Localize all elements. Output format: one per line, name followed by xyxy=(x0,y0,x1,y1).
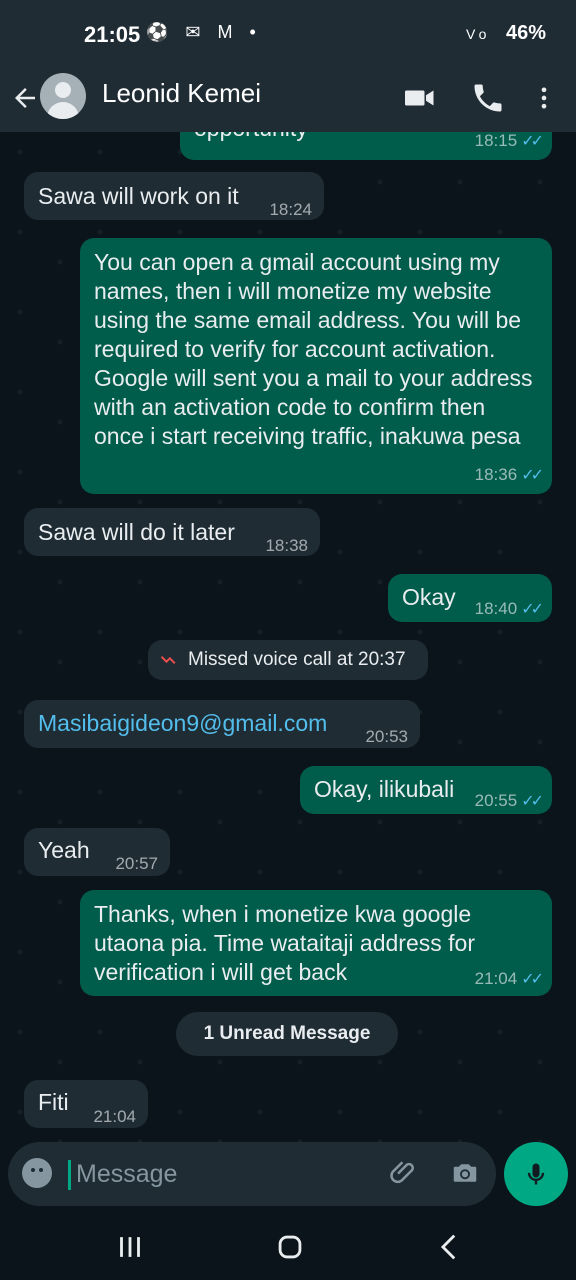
message-text: Fiti xyxy=(38,1089,69,1115)
recent-apps-icon[interactable] xyxy=(110,1230,150,1264)
message-time: 18:24 xyxy=(269,200,312,219)
missed-call-icon xyxy=(160,655,176,665)
message-bubble-outgoing[interactable]: Thanks, when i monetize kwa google utaon… xyxy=(80,890,552,996)
message-input[interactable]: Message xyxy=(76,1160,177,1189)
message-text: Okay, ilikubali xyxy=(314,776,455,802)
more-options-icon[interactable] xyxy=(530,80,558,116)
back-arrow-icon[interactable] xyxy=(10,78,40,118)
chat-area[interactable]: opportunity 18:15✓✓ Sawa will work on it… xyxy=(0,132,576,1142)
read-receipt-icon: ✓✓ xyxy=(521,971,544,988)
email-link[interactable]: Masibaigideon9@gmail.com xyxy=(38,709,327,738)
signal-icon: Vo xyxy=(466,26,491,42)
read-receipt-icon: ✓✓ xyxy=(521,467,544,484)
message-composer[interactable]: Message xyxy=(8,1142,496,1206)
message-time: 20:53 xyxy=(365,727,408,746)
missed-call-notice[interactable]: Missed voice call at 20:37 xyxy=(148,640,428,680)
message-time: 18:38 xyxy=(265,536,308,555)
message-bubble-outgoing[interactable]: You can open a gmail account using my na… xyxy=(80,238,552,494)
message-text: Yeah xyxy=(38,837,90,863)
message-bubble-incoming[interactable]: Fiti 21:04 xyxy=(24,1080,148,1128)
system-navigation-bar xyxy=(0,1214,576,1280)
message-text: You can open a gmail account using my na… xyxy=(94,249,533,449)
message-meta: 20:55 ✓✓ xyxy=(474,791,544,810)
message-meta: 18:15 ✓✓ xyxy=(474,132,544,150)
unread-divider: 1 Unread Message xyxy=(176,1012,398,1056)
read-receipt-icon: ✓✓ xyxy=(521,793,544,810)
message-text: opportunity xyxy=(194,132,308,143)
text-cursor xyxy=(68,1160,71,1190)
message-time: 21:04 xyxy=(93,1107,136,1126)
status-time: 21:05 xyxy=(84,22,141,47)
attachment-icon[interactable] xyxy=(388,1158,418,1188)
microphone-button[interactable] xyxy=(504,1142,568,1206)
message-bubble-incoming[interactable]: Yeah 20:57 xyxy=(24,828,170,876)
status-bar: 21:05 ⚽ ✉ M • Vo 46% xyxy=(0,0,576,66)
back-icon[interactable] xyxy=(430,1230,470,1264)
video-call-icon[interactable] xyxy=(402,80,438,116)
message-bubble-outgoing[interactable]: Okay, ilikubali 20:55 ✓✓ xyxy=(300,766,552,814)
message-text: Thanks, when i monetize kwa google utaon… xyxy=(94,901,475,985)
chat-header: Leonid Kemei xyxy=(0,66,576,132)
missed-call-text: Missed voice call at 20:37 xyxy=(188,649,406,670)
camera-icon[interactable] xyxy=(448,1158,482,1188)
read-receipt-icon: ✓✓ xyxy=(521,133,544,150)
contact-avatar[interactable] xyxy=(40,73,86,119)
message-bubble-outgoing[interactable]: Okay 18:40 ✓✓ xyxy=(388,574,552,622)
message-bubble-incoming[interactable]: Sawa will do it later 18:38 xyxy=(24,508,320,556)
message-meta: 21:04 ✓✓ xyxy=(474,969,544,988)
message-text: Sawa will work on it xyxy=(38,183,239,209)
message-bubble-incoming[interactable]: Masibaigideon9@gmail.com 20:53 xyxy=(24,700,420,748)
status-right: Vo 46% xyxy=(466,22,546,45)
message-meta: 18:40 ✓✓ xyxy=(474,599,544,618)
battery-percentage: 46% xyxy=(505,22,546,44)
unread-label: 1 Unread Message xyxy=(203,1023,371,1044)
voice-call-icon[interactable] xyxy=(470,80,506,116)
message-bubble-incoming[interactable]: Sawa will work on it 18:24 xyxy=(24,172,324,220)
emoji-icon[interactable] xyxy=(22,1158,52,1188)
contact-name[interactable]: Leonid Kemei xyxy=(102,78,261,109)
home-icon[interactable] xyxy=(270,1230,310,1264)
microphone-icon xyxy=(527,1163,545,1185)
message-bubble-outgoing[interactable]: opportunity 18:15✓✓ xyxy=(180,132,552,160)
message-meta: 18:36 ✓✓ xyxy=(474,465,544,484)
message-time: 20:57 xyxy=(115,854,158,873)
read-receipt-icon: ✓✓ xyxy=(521,601,544,618)
message-text: Sawa will do it later xyxy=(38,519,235,545)
message-text: Okay xyxy=(402,584,456,610)
status-notification-icons: ⚽ ✉ M • xyxy=(146,22,262,42)
